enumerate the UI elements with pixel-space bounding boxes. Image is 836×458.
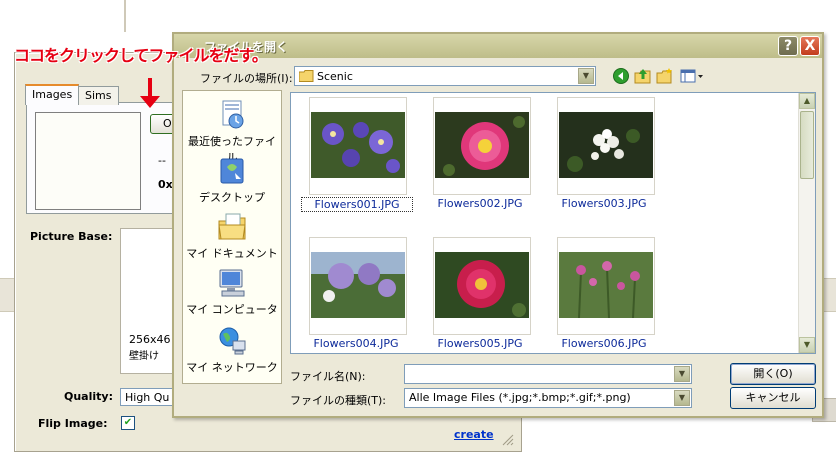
flowers006-image <box>559 252 653 318</box>
background-divider <box>124 0 126 32</box>
filename-label: ファイル名(N): <box>290 370 366 383</box>
flowers003-image <box>559 112 653 178</box>
picture-base-size: 256x46 <box>129 333 171 346</box>
file-thumbnail-3[interactable] <box>557 97 655 195</box>
scroll-down-icon[interactable]: ▼ <box>799 337 815 353</box>
flip-image-label: Flip Image: <box>38 417 108 430</box>
scrollbar-thumb[interactable] <box>800 111 814 179</box>
info-line-1: -- <box>158 154 166 167</box>
file-name-3[interactable]: Flowers003.JPG <box>549 197 659 210</box>
place-desktop-label: デスクトップ <box>199 191 265 204</box>
places-bar: 最近使ったファイル デスクトップ マイ ドキュメント マイ コンピュータ マイ … <box>182 90 282 384</box>
view-menu-icon[interactable] <box>680 67 704 85</box>
file-name-6[interactable]: Flowers006.JPG <box>549 337 659 350</box>
look-in-value: Scenic <box>317 70 353 83</box>
tab-images[interactable]: Images <box>25 84 80 105</box>
flowers001-image <box>311 112 405 178</box>
place-desktop[interactable]: デスクトップ <box>183 155 281 205</box>
flowers004-image <box>311 252 405 318</box>
filename-chevron-down-icon[interactable]: ▼ <box>674 366 690 382</box>
annotation-text: ココをクリックしてファイルをだす。 <box>14 46 268 65</box>
place-my-computer[interactable]: マイ コンピュータ <box>183 267 281 317</box>
file-name-2[interactable]: Flowers002.JPG <box>425 197 535 210</box>
help-button[interactable]: ? <box>778 36 798 56</box>
picture-base-area: 256x46 壁掛け <box>120 228 178 374</box>
place-my-documents[interactable]: マイ ドキュメント <box>183 211 281 261</box>
file-list-scrollbar[interactable]: ▲ ▼ <box>798 93 815 353</box>
my-network-icon <box>219 327 246 355</box>
cancel-button[interactable]: キャンセル <box>730 387 816 409</box>
file-name-1[interactable]: Flowers001.JPG <box>301 197 413 212</box>
scroll-up-icon[interactable]: ▲ <box>799 93 815 109</box>
recent-icon <box>222 100 244 129</box>
file-name-5[interactable]: Flowers005.JPG <box>425 337 535 350</box>
place-my-network-label: マイ ネットワーク <box>186 361 278 374</box>
tab-images-label: Images <box>32 88 73 101</box>
my-computer-icon <box>219 269 245 297</box>
my-documents-icon <box>218 213 246 240</box>
annotation-arrow-icon <box>140 78 160 108</box>
file-thumbnail-5[interactable] <box>433 237 531 335</box>
look-in-label: ファイルの場所(I): <box>200 72 293 85</box>
open-button[interactable]: 開く(O) <box>730 363 816 385</box>
filetype-select[interactable]: Alle Image Files (*.jpg;*.bmp;*.gif;*.pn… <box>404 388 692 408</box>
filename-input[interactable]: ▼ <box>404 364 692 384</box>
file-thumbnail-6[interactable] <box>557 237 655 335</box>
place-my-documents-label: マイ ドキュメント <box>186 247 278 260</box>
file-name-4[interactable]: Flowers004.JPG <box>301 337 411 350</box>
flowers005-image <box>435 252 529 318</box>
place-my-network[interactable]: マイ ネットワーク <box>183 325 281 375</box>
tab-sims-label: Sims <box>85 89 112 102</box>
filetype-chevron-down-icon[interactable]: ▼ <box>674 390 690 406</box>
up-folder-icon[interactable] <box>634 67 652 85</box>
file-thumbnail-4[interactable] <box>309 237 407 335</box>
flowers002-image <box>435 112 529 178</box>
info-line-2: 0x <box>158 178 173 191</box>
desktop-icon <box>220 158 244 184</box>
filetype-label: ファイルの種類(T): <box>290 394 387 407</box>
new-folder-icon[interactable] <box>656 67 674 85</box>
close-button[interactable]: X <box>800 36 820 56</box>
open-file-dialog: ファイルを開く ? X ファイルの場所(I): Scenic ▼ 最近使ったファ… <box>172 32 824 418</box>
quality-select[interactable]: High Qu <box>120 388 176 406</box>
image-preview <box>35 112 141 210</box>
flip-image-checkbox[interactable]: ✔ <box>121 416 135 430</box>
dialog-titlebar[interactable]: ファイルを開く ? X <box>174 34 822 58</box>
file-thumbnail-1[interactable] <box>309 97 407 195</box>
back-icon[interactable] <box>612 67 630 85</box>
create-link[interactable]: create <box>454 428 494 441</box>
folder-icon <box>299 70 314 82</box>
chevron-down-icon[interactable]: ▼ <box>578 68 594 84</box>
look-in-select[interactable]: Scenic ▼ <box>294 66 596 86</box>
resize-grip-icon[interactable] <box>500 432 514 446</box>
file-list-view: Flowers001.JPG Flowers002.JPG Flowers003… <box>290 92 816 354</box>
picture-base-note: 壁掛け <box>129 351 159 362</box>
place-my-computer-label: マイ コンピュータ <box>186 303 278 316</box>
picture-base-label: Picture Base: <box>30 230 113 243</box>
tab-sims[interactable]: Sims <box>78 86 119 105</box>
file-thumbnail-2[interactable] <box>433 97 531 195</box>
filetype-value: Alle Image Files (*.jpg;*.bmp;*.gif;*.pn… <box>409 391 631 404</box>
quality-label: Quality: <box>64 390 113 403</box>
